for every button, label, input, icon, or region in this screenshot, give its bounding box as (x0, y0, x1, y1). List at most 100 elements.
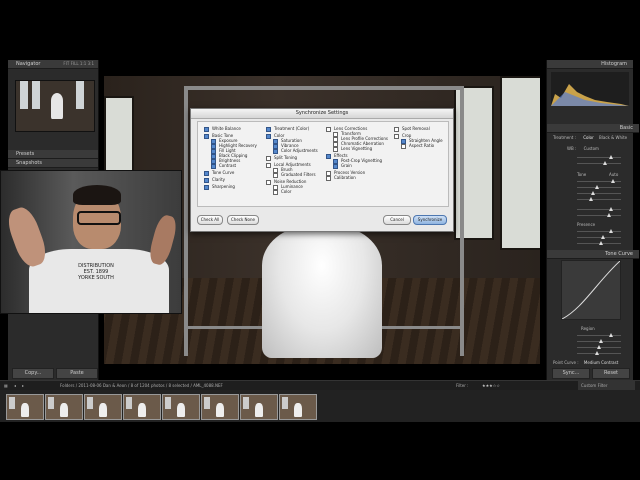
check-none-button[interactable]: Check None (227, 215, 259, 225)
sync-option-checkbox[interactable]: Contrast (204, 163, 257, 169)
checkbox-unchecked-icon[interactable] (326, 175, 331, 181)
basic-header[interactable]: Basic (547, 124, 639, 133)
point-curve-row[interactable]: Point Curve : Medium Contrast (553, 360, 618, 365)
webcam-overlay: DISTRIBUTION EST. 1899 YORKE SOUTH (0, 170, 182, 314)
zoom-options[interactable]: FIT FILL 1:1 3:1 (63, 60, 94, 68)
navigator-title: Navigator (16, 61, 41, 67)
region-label: Region (581, 326, 595, 331)
wedding-gown (262, 226, 382, 358)
checkbox-unchecked-icon[interactable] (266, 155, 271, 161)
checkbox-checked-icon[interactable] (326, 153, 331, 159)
sync-option-label: Graduated Filters (281, 172, 316, 177)
snapshots-header[interactable]: Snapshots (8, 159, 98, 168)
grid-icon[interactable]: ▦ (4, 381, 8, 390)
filmstrip (0, 390, 640, 422)
options-column-3: Lens Corrections Transform Lens Profile Co… (326, 126, 388, 181)
tshirt (29, 249, 169, 313)
checkbox-checked-icon[interactable] (204, 170, 209, 176)
sync-option-checkbox[interactable]: Graduated Filters (266, 172, 318, 178)
presets-header[interactable]: Presets (8, 150, 98, 159)
filmstrip-thumbnail[interactable] (45, 394, 83, 420)
breadcrumb-path[interactable]: Folders / 2011-08-06 Dan & Aeon / 8 of 1… (60, 381, 223, 390)
checkbox-checked-icon[interactable] (204, 126, 209, 132)
histogram-header[interactable]: Histogram (547, 60, 633, 69)
sync-option-checkbox[interactable]: Clarity (204, 177, 257, 183)
sync-option-checkbox[interactable]: Aspect Ratio (394, 143, 443, 149)
checkbox-unchecked-icon[interactable] (394, 126, 399, 132)
filmstrip-thumbnail[interactable] (84, 394, 122, 420)
checkbox-unchecked-icon[interactable] (333, 146, 338, 152)
sync-option-label: Tone Curve (212, 170, 235, 175)
glasses (77, 211, 121, 225)
checkbox-unchecked-icon[interactable] (266, 179, 271, 185)
dress-thumbnail (51, 93, 63, 119)
checkbox-checked-icon[interactable] (266, 126, 271, 132)
histogram (551, 72, 629, 106)
options-column-2: Treatment (Color) Color Saturation Vibrance… (266, 126, 318, 195)
back-arrow-icon[interactable]: ◂ (14, 381, 16, 390)
checkbox-checked-icon[interactable] (266, 133, 271, 139)
checkbox-checked-icon[interactable] (204, 184, 209, 190)
sync-option-label: Lens Vignetting (341, 146, 373, 151)
navigator-preview[interactable] (15, 80, 95, 132)
checkbox-unchecked-icon[interactable] (266, 162, 271, 168)
sync-option-checkbox[interactable]: Sharpening (204, 184, 257, 190)
sync-option-label: Split Toning (274, 155, 298, 160)
wb-row[interactable]: WB : Custom (567, 146, 599, 151)
reset-button[interactable]: Reset (592, 368, 630, 379)
filmstrip-thumbnail[interactable] (162, 394, 200, 420)
paste-button[interactable]: Paste (56, 368, 98, 379)
auto-button[interactable]: Auto (609, 172, 618, 177)
tone-curve-header[interactable]: Tone Curve (547, 250, 639, 259)
navigator-header[interactable]: Navigator FIT FILL 1:1 3:1 (8, 60, 98, 69)
sync-option-label: Clarity (212, 177, 226, 182)
sync-option-checkbox[interactable]: Split Toning (266, 155, 318, 161)
tone-curve-graph[interactable] (561, 260, 621, 320)
sync-option-checkbox[interactable]: Lens Vignetting (326, 146, 388, 152)
filmstrip-thumbnail[interactable] (123, 394, 161, 420)
filmstrip-thumbnail[interactable] (240, 394, 278, 420)
checkbox-unchecked-icon[interactable] (273, 189, 278, 195)
copy-button[interactable]: Copy... (12, 368, 54, 379)
checkbox-unchecked-icon[interactable] (401, 143, 406, 149)
checkbox-checked-icon[interactable] (333, 163, 338, 169)
checkbox-unchecked-icon[interactable] (394, 133, 399, 139)
synchronize-settings-dialog: Synchronize Settings White Balance Basic … (190, 108, 454, 232)
sync-option-label: Contrast (219, 163, 237, 168)
forward-arrow-icon[interactable]: ▸ (22, 381, 24, 390)
sync-option-label: Treatment (Color) (274, 126, 310, 131)
options-column-1: White Balance Basic Tone Exposure Highlight… (204, 126, 257, 190)
checkbox-unchecked-icon[interactable] (326, 126, 331, 132)
dialog-options: White Balance Basic Tone Exposure Highlight… (197, 121, 449, 207)
sync-option-label: White Balance (212, 126, 241, 131)
sync-option-checkbox[interactable]: Spot Removal (394, 126, 443, 132)
cancel-button[interactable]: Cancel (383, 215, 411, 225)
check-all-button[interactable]: Check All (197, 215, 223, 225)
checkbox-checked-icon[interactable] (273, 148, 278, 154)
sync-option-checkbox[interactable]: Color Adjustments (266, 148, 318, 154)
sync-option-label: Calibration (334, 175, 356, 180)
checkbox-checked-icon[interactable] (204, 177, 209, 183)
filter-label: Filter : (456, 383, 469, 388)
sync-option-checkbox[interactable]: Tone Curve (204, 170, 257, 176)
checkbox-checked-icon[interactable] (204, 133, 209, 139)
treatment-bw[interactable]: Black & White (599, 135, 627, 140)
sync-option-checkbox[interactable]: Grain (326, 163, 388, 169)
star-filter-icon[interactable]: ★★★☆☆ (482, 381, 500, 390)
checkbox-unchecked-icon[interactable] (273, 172, 278, 178)
presenter-hair (73, 185, 121, 205)
sync-option-checkbox[interactable]: Treatment (Color) (266, 126, 318, 132)
sync-option-checkbox[interactable]: Calibration (326, 175, 388, 181)
treatment-color[interactable]: Color (583, 135, 593, 140)
filmstrip-thumbnail[interactable] (279, 394, 317, 420)
synchronize-button[interactable]: Synchronize (413, 215, 447, 225)
sync-option-checkbox[interactable]: White Balance (204, 126, 257, 132)
sync-option-label: Sharpening (212, 184, 235, 189)
sync-option-checkbox[interactable]: Color (266, 189, 318, 195)
sync-button[interactable]: Sync... (552, 368, 590, 379)
filmstrip-thumbnail[interactable] (6, 394, 44, 420)
custom-filter-select[interactable]: Custom Filter (578, 381, 635, 390)
filmstrip-thumbnail[interactable] (201, 394, 239, 420)
checkbox-checked-icon[interactable] (211, 163, 216, 169)
options-column-4: Spot Removal Crop Straighten Angle Aspect R… (394, 126, 443, 149)
